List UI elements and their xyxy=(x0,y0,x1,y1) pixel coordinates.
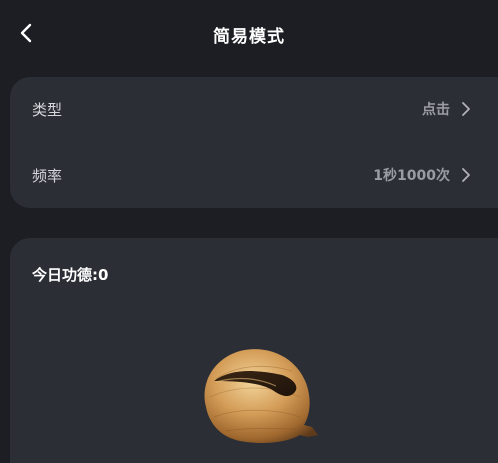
chevron-right-icon xyxy=(462,168,470,182)
frequency-value: 1秒1000次 xyxy=(373,168,450,184)
type-label: 类型 xyxy=(32,101,63,119)
type-value: 点击 xyxy=(422,102,450,118)
wooden-fish-icon[interactable] xyxy=(196,345,322,445)
page-title: 简易模式 xyxy=(213,27,285,47)
settings-card: 类型 点击 频率 1秒1000次 xyxy=(10,77,498,208)
merit-counter: 今日功德:0 xyxy=(32,264,108,285)
simple-mode-page: 简易模式 类型 点击 频率 1秒1000次 今日功德:0 xyxy=(0,0,498,463)
merit-count: 0 xyxy=(98,266,109,284)
setting-row-frequency[interactable]: 频率 1秒1000次 xyxy=(10,143,498,208)
merit-label: 今日功德: xyxy=(32,266,98,284)
setting-row-type[interactable]: 类型 点击 xyxy=(10,77,498,142)
chevron-right-icon xyxy=(462,102,470,116)
merit-card: 今日功德:0 xyxy=(10,238,498,463)
header: 简易模式 xyxy=(0,0,498,68)
frequency-label: 频率 xyxy=(32,167,63,185)
